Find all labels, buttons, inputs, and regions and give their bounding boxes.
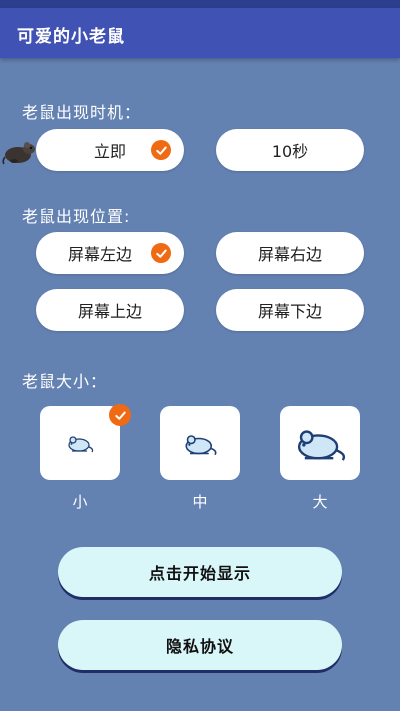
size-label: 老鼠大小： — [22, 372, 108, 391]
timing-option-label: 立即 — [93, 142, 126, 161]
size-option-small[interactable] — [40, 406, 120, 480]
mouse-icon — [297, 430, 346, 461]
privacy-policy-button[interactable]: 隐私协议 — [58, 620, 342, 670]
position-option-label: 屏幕右边 — [257, 245, 322, 264]
mouse-picture — [2, 142, 35, 165]
timing-option-label: 10秒 — [271, 142, 309, 161]
size-option-large[interactable] — [280, 406, 360, 480]
size-option-label: 小 — [72, 493, 88, 511]
size-option-medium[interactable] — [160, 406, 240, 480]
timing-option-10s[interactable]: 10秒 — [216, 129, 364, 171]
check-icon — [151, 140, 171, 160]
start-display-button[interactable]: 点击开始显示 — [58, 547, 342, 597]
position-option-label: 屏幕上边 — [77, 302, 142, 321]
size-option-label: 大 — [312, 493, 328, 511]
position-option-right[interactable]: 屏幕右边 — [216, 232, 364, 274]
timing-option-immediate[interactable]: 立即 — [36, 129, 184, 171]
app-bar: 可爱的小老鼠 — [0, 8, 400, 58]
position-option-left[interactable]: 屏幕左边 — [36, 232, 184, 274]
check-icon — [109, 404, 131, 426]
position-label: 老鼠出现位置: — [22, 207, 131, 226]
position-option-label: 屏幕左边 — [67, 245, 132, 264]
position-option-top[interactable]: 屏幕上边 — [36, 289, 184, 331]
app-title: 可爱的小老鼠 — [17, 27, 125, 47]
status-bar — [0, 0, 400, 8]
timing-label: 老鼠出现时机： — [22, 103, 142, 122]
check-icon — [151, 243, 171, 263]
position-option-bottom[interactable]: 屏幕下边 — [216, 289, 364, 331]
mouse-icon — [68, 436, 94, 453]
mouse-icon — [185, 434, 217, 455]
size-option-label: 中 — [192, 493, 208, 511]
position-option-label: 屏幕下边 — [257, 302, 322, 321]
